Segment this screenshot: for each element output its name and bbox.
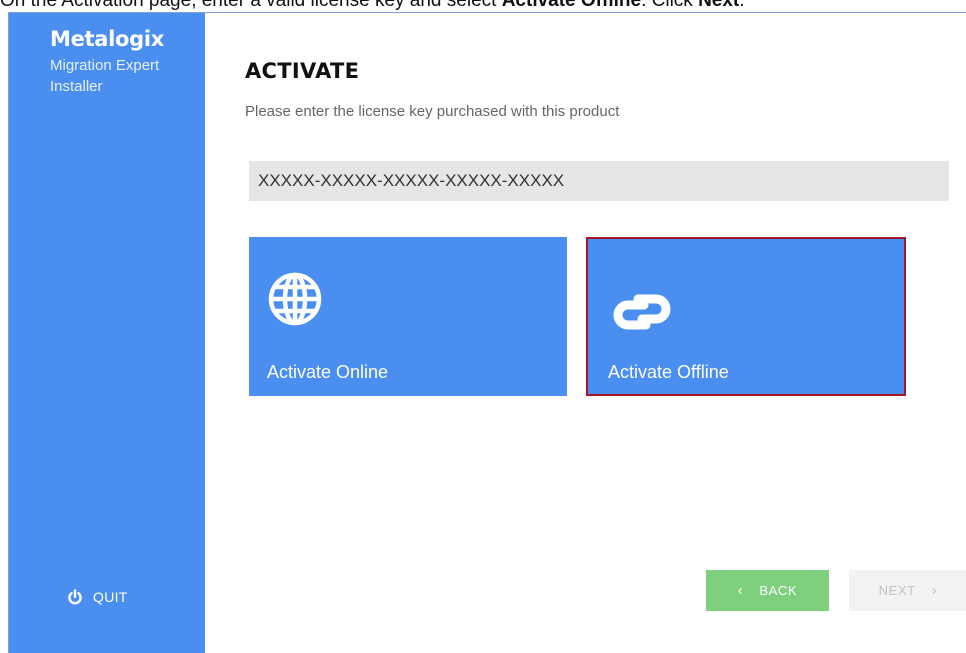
next-label: NEXT: [878, 583, 916, 598]
activate-online-option[interactable]: Activate Online: [249, 237, 567, 396]
quit-button[interactable]: QUIT: [67, 587, 128, 607]
product-name: Migration Expert Installer: [50, 55, 200, 97]
license-key-input[interactable]: [249, 161, 949, 201]
activate-online-label: Activate Online: [267, 362, 389, 382]
next-button[interactable]: NEXT ›: [849, 570, 966, 611]
product-name-line1: Migration Expert: [50, 57, 160, 74]
power-icon: [68, 589, 82, 605]
quit-label: QUIT: [93, 589, 128, 605]
back-label: BACK: [759, 583, 798, 598]
page-title: ACTIVATE: [245, 59, 360, 83]
globe-icon: [268, 272, 322, 326]
instruction-text: On the Activation page, enter a valid li…: [0, 0, 745, 11]
brand-logo-text: Metalogix: [50, 27, 165, 51]
chevron-right-icon: ›: [931, 582, 938, 599]
link-icon: [613, 294, 671, 330]
chevron-left-icon: ‹: [737, 582, 744, 599]
installer-window: Metalogix Migration Expert Installer QUI…: [8, 12, 966, 653]
instruction-caption: On the Activation page, enter a valid li…: [0, 0, 966, 12]
activate-offline-label: Activate Offline: [608, 362, 729, 382]
product-name-line2: Installer: [50, 78, 103, 95]
activate-offline-option[interactable]: Activate Offline: [586, 237, 906, 396]
sidebar: Metalogix Migration Expert Installer QUI…: [9, 13, 205, 653]
page-subtitle: Please enter the license key purchased w…: [245, 103, 620, 120]
back-button[interactable]: ‹ BACK: [706, 570, 829, 611]
